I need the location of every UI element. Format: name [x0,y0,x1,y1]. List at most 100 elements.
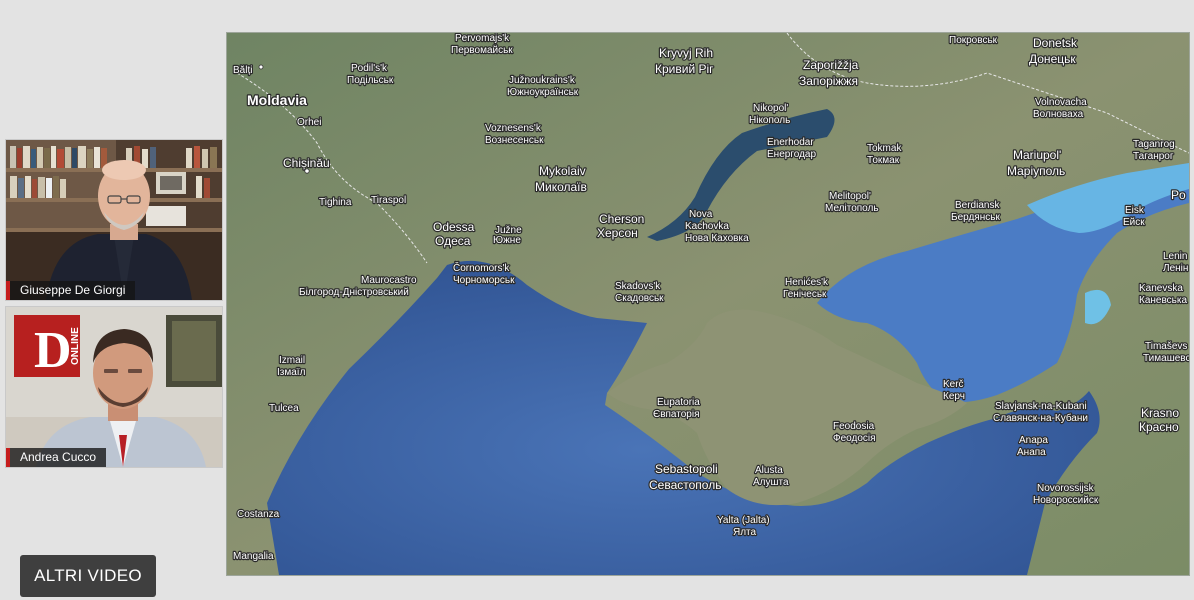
map-label: Mangalia [233,551,274,562]
map-label: Tulcea [269,403,299,414]
map-label: Podil's'k [351,63,388,74]
map-label: Lenin [1163,251,1187,262]
map-label: Токмак [867,155,900,166]
map-label: Миколаїв [535,180,587,194]
participant-name-tag: Giuseppe De Giorgi [6,281,136,300]
map-label: Po [1171,188,1186,202]
map-label: Керч [943,391,965,402]
map-label: Skadovs'k [615,281,661,292]
map-label: Славянск-на-Кубани [993,412,1088,424]
map-label: Херсон [597,226,638,240]
map-label: Подільськ [347,75,394,86]
map-label: Енергодар [767,149,816,160]
map-label: Tighina [319,197,352,208]
map-label: Нікополь [749,115,790,126]
map-label: Одеса [435,234,471,248]
participant-tile-2[interactable]: D ONLINE Andrea Cucco [5,306,223,468]
map-label: Feodosia [833,421,875,432]
map-label: Yalta (Jalta) [717,515,770,526]
more-videos-button[interactable]: ALTRI VIDEO [20,555,156,597]
map-label: Севастополь [649,478,721,492]
map-label: Donetsk [1033,36,1078,50]
map-label: Донецьк [1029,52,1076,66]
map-label: Kachovka [685,221,729,232]
map-label: Таганрог [1133,151,1174,162]
map-label: Кривий Ріг [655,62,714,76]
map-label: Čornomors'k [453,261,510,274]
map-label: Odessa [433,220,475,234]
map-label: Каневська [1139,295,1187,306]
map-label: Novorossijsk [1037,483,1095,494]
map-label: Orhei [297,117,321,128]
map-label: Ялта [733,527,757,538]
map-label: Покровськ [949,35,998,46]
map-label: Красно [1139,420,1179,434]
map-label: Enerhodar [767,137,814,148]
map-label: Sebastopoli [655,462,718,476]
map-label: Южноукраїнськ [507,87,579,98]
map-label: Южне [493,235,521,246]
map-label: Melitopol' [829,191,871,202]
map-label: Eupatoria [657,397,700,408]
map-label: Феодосія [833,433,876,444]
shared-map[interactable]: Bălți Moldavia Podil's'k Подільськ Pervo… [226,32,1190,576]
map-label: Mariupol' [1013,148,1061,162]
map-label: Taganrog [1133,139,1175,150]
map-label: Первомайськ [451,45,513,56]
map-label: Pervomajs'k [455,33,510,44]
map-label: Costanza [237,509,280,520]
map-label: Timaševs [1145,341,1187,352]
map-label: Kryvyj Rih [659,46,713,60]
map-label: Скадовськ [615,293,664,304]
map-label: Запоріжжя [799,74,858,88]
map-label: Izmail [279,355,305,366]
participant-name: Andrea Cucco [20,450,97,464]
map-label: Moldavia [247,92,307,108]
map-label: Тимашевс [1143,353,1189,364]
map-label: Волноваха [1033,109,1084,120]
video-stage: Giuseppe De Giorgi D ONLINE Andrea Cucco [0,0,1194,600]
participant-video-2: D ONLINE [6,307,222,467]
map-label: Ізмаїл [277,367,306,378]
map-label: Алушта [753,477,789,488]
map-label: Nikopol' [753,103,788,114]
map-label: Volnovacha [1035,97,1087,108]
map-label: Zaporižžja [803,58,859,72]
participant-name-tag: Andrea Cucco [6,448,107,467]
map-label: Voznesens'k [485,123,542,134]
map-label: Новороссийск [1033,495,1099,506]
map-label: Alusta [755,465,783,476]
participant-tile-1[interactable]: Giuseppe De Giorgi [5,139,223,301]
map-label: Mykolaiv [539,164,586,178]
map-label: Анапа [1017,447,1046,458]
map-label: Maurocastro [361,275,417,286]
map-label: Slavjansk-na-Kubani [995,401,1087,412]
map-label: Kerč [943,379,964,390]
map-label: Євпаторія [653,409,699,420]
map-label: Bălți [233,65,252,76]
map-label: Chișinău [283,156,330,170]
map-label: Nova [689,209,713,220]
map-label: Чорноморськ [453,275,515,286]
map-label: Білгород-Дністровський [299,287,409,298]
map-label: Krasno [1141,406,1179,420]
map-label: Генічеськ [783,289,827,300]
map-label: Маріуполь [1007,164,1065,178]
map-label: Henićes'k [785,277,829,288]
map-label: Cherson [599,212,644,226]
map-label: Вознесенськ [485,135,544,146]
logo-word: ONLINE [70,327,81,365]
map-label: Бердянськ [951,212,1000,223]
map-label: Berdiansk [955,200,1000,211]
map-label: Ленін [1163,263,1188,274]
map-label: Нова Каховка [685,233,749,244]
map-label: Eisk [1125,205,1145,216]
map-label: Tiraspol [371,195,406,206]
map-label: Kanevska [1139,283,1183,294]
map-label: Tokmak [867,143,902,154]
logo-letter: D [34,322,72,379]
map-label: Ейск [1123,217,1145,228]
black-sea-map: Bălți Moldavia Podil's'k Подільськ Pervo… [227,33,1189,575]
map-label: Мелітополь [825,203,879,214]
participant-name: Giuseppe De Giorgi [20,283,126,297]
